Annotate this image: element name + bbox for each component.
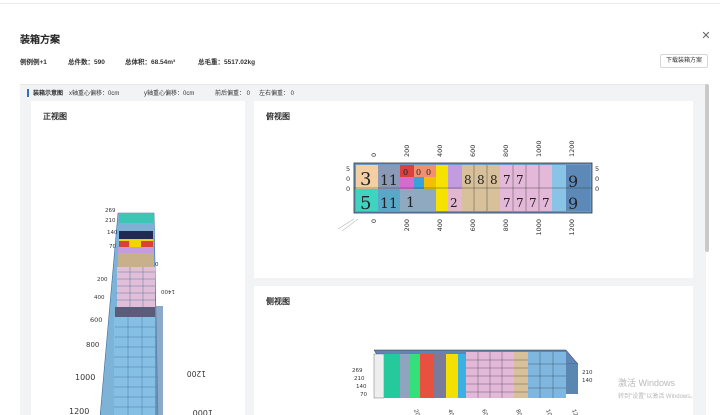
- legend-accent-bar: [27, 89, 29, 97]
- side-tick: 1000: [544, 409, 555, 415]
- box-digit: 11: [380, 173, 398, 189]
- side-tick: 0: [346, 175, 350, 183]
- bottom-tick: 1000: [535, 219, 543, 236]
- front-tick: 800: [86, 341, 99, 349]
- side-tick: 0: [595, 185, 599, 193]
- bottom-tick: 400: [436, 219, 444, 231]
- box-digit: 1: [406, 195, 415, 211]
- front-back-weight: 前后偏重： 0: [215, 91, 251, 97]
- legend-label: 装箱示意图: [33, 91, 64, 97]
- x-offset: x轴重心偏移：0cm: [69, 91, 120, 97]
- front-tick: 1000: [75, 373, 95, 382]
- front-tick: 400: [94, 295, 105, 301]
- box-digit: 8: [477, 173, 485, 187]
- bottom-tick: 0: [370, 219, 378, 223]
- watermark-line1: 激活 Windows: [618, 378, 676, 388]
- top-tick: 1000: [535, 140, 543, 157]
- bottom-tick: 1200: [568, 219, 576, 236]
- modal-title: 装箱方案: [20, 35, 60, 46]
- y-offset: y轴重心偏移：0cm: [144, 91, 195, 97]
- bottom-tick: 800: [502, 219, 510, 231]
- side-tick: 5: [595, 165, 599, 173]
- front-tick: 70: [109, 244, 116, 250]
- download-plan-button[interactable]: 下载装箱方案: [660, 54, 708, 68]
- front-tick: 1200: [187, 369, 206, 378]
- front-view-panel: 正视图 269 210 140 70 0 200 400 600 800 100…: [31, 101, 245, 415]
- watermark-line2: 转到"设置"以激活 Windows。: [618, 394, 697, 400]
- box-digit: 0: [426, 168, 431, 177]
- bottom-tick: 200: [403, 219, 411, 231]
- side-tick: 269: [352, 368, 363, 374]
- side-tick: 210: [582, 370, 593, 376]
- box-digit: 3: [360, 169, 371, 190]
- box-digit: 5: [360, 193, 371, 214]
- left-right-weight: 左右偏重： 0: [259, 91, 295, 97]
- box-digit: 0: [403, 168, 408, 177]
- side-tick: 600: [480, 409, 489, 415]
- top-tick: 1200: [568, 140, 576, 157]
- top-bar: [0, 0, 720, 4]
- box-digit: 7: [516, 196, 524, 210]
- box-digit: 8: [464, 173, 472, 187]
- box-digit: 9: [568, 172, 578, 191]
- front-view-diagram: 269 210 140 70 0 200 400 600 800 1000 12…: [69, 208, 213, 415]
- box-digit: 11: [380, 196, 398, 212]
- box-digit: 7: [503, 196, 511, 210]
- total-count: 总件数：590: [68, 59, 105, 66]
- top-tick: 800: [502, 145, 510, 157]
- side-tick: 200: [412, 409, 421, 415]
- windows-activation-watermark: 激活 Windows 转到"设置"以激活 Windows。: [618, 376, 696, 400]
- front-tick: 1400: [161, 288, 175, 294]
- front-tick: 269: [105, 208, 116, 214]
- scrollbar[interactable]: [705, 84, 709, 252]
- side-tick: 210: [354, 376, 365, 382]
- box-digit: 7: [529, 196, 537, 210]
- box-digit: 7: [503, 173, 511, 187]
- side-tick: 140: [356, 384, 367, 390]
- top-tick: 600: [469, 145, 477, 157]
- box-digit: 8: [490, 173, 498, 187]
- top-view-panel: 俯视图 3 5 11 11 0 0 0 8 8 8 7 7 9 9 7 7 7 …: [254, 101, 693, 278]
- front-tick: 600: [90, 316, 102, 324]
- top-tick: 200: [403, 145, 411, 157]
- total-weight: 总毛重：5517.02kg: [198, 59, 256, 66]
- front-tick: 1000: [193, 408, 213, 415]
- container-name: 例例例+1: [20, 59, 47, 66]
- box-digit: 0: [416, 168, 421, 177]
- side-tick: 140: [582, 378, 593, 384]
- side-tick: 0: [346, 185, 350, 193]
- side-tick: 0: [595, 175, 599, 183]
- side-tick: 5: [346, 165, 350, 173]
- front-tick: 140: [107, 230, 118, 236]
- bottom-tick: 600: [469, 219, 477, 231]
- box-digit: 7: [542, 196, 550, 210]
- total-volume: 总体积：68.54m³: [125, 59, 176, 66]
- top-tick: 400: [436, 145, 444, 157]
- front-tick: 0: [155, 262, 159, 268]
- box-digit: 2: [450, 196, 458, 210]
- side-tick: 1200: [570, 409, 581, 415]
- front-tick: 200: [97, 277, 108, 283]
- box-digit: 7: [516, 173, 524, 187]
- side-tick: 400: [446, 409, 455, 415]
- side-tick: 800: [514, 409, 523, 415]
- top-tick: 0: [370, 153, 378, 157]
- front-tick: 210: [105, 218, 116, 224]
- box-digit: 9: [568, 194, 578, 213]
- top-view-diagram: 3 5 11 11 0 0 0 8 8 8 7 7 9 9 7 7 7 7 1 …: [337, 140, 599, 236]
- side-tick: 70: [360, 392, 367, 398]
- front-tick: 1200: [69, 407, 89, 415]
- close-icon[interactable]: ✕: [700, 30, 712, 42]
